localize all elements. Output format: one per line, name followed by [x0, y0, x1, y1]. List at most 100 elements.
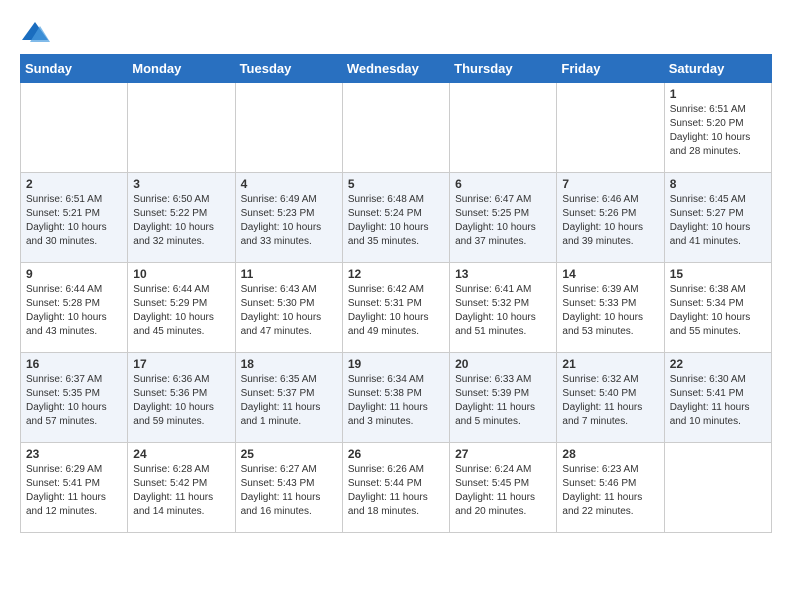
day-number: 1 — [670, 87, 766, 101]
day-number: 10 — [133, 267, 229, 281]
day-cell — [128, 83, 235, 173]
day-info: Sunrise: 6:44 AM Sunset: 5:29 PM Dayligh… — [133, 283, 229, 339]
day-info: Sunrise: 6:47 AM Sunset: 5:25 PM Dayligh… — [455, 193, 551, 249]
day-cell: 10 Sunrise: 6:44 AM Sunset: 5:29 PM Dayli… — [128, 263, 235, 353]
day-number: 16 — [26, 357, 122, 371]
calendar-table: SundayMondayTuesdayWednesdayThursdayFrid… — [20, 54, 772, 533]
day-number: 27 — [455, 447, 551, 461]
day-info: Sunrise: 6:36 AM Sunset: 5:36 PM Dayligh… — [133, 373, 229, 429]
logo-icon — [20, 20, 50, 44]
day-number: 6 — [455, 177, 551, 191]
day-cell: 20 Sunrise: 6:33 AM Sunset: 5:39 PM Dayli… — [450, 353, 557, 443]
day-info: Sunrise: 6:48 AM Sunset: 5:24 PM Dayligh… — [348, 193, 444, 249]
day-cell: 19 Sunrise: 6:34 AM Sunset: 5:38 PM Dayli… — [342, 353, 449, 443]
day-number: 20 — [455, 357, 551, 371]
week-row-5: 23Sunrise: 6:29 AM Sunset: 5:41 PM Dayli… — [21, 443, 772, 533]
day-number: 15 — [670, 267, 766, 281]
day-cell: 17 Sunrise: 6:36 AM Sunset: 5:36 PM Dayli… — [128, 353, 235, 443]
day-info: Sunrise: 6:44 AM Sunset: 5:28 PM Dayligh… — [26, 283, 122, 339]
day-info: Sunrise: 6:41 AM Sunset: 5:32 PM Dayligh… — [455, 283, 551, 339]
day-number: 24 — [133, 447, 229, 461]
day-number: 23 — [26, 447, 122, 461]
header — [20, 20, 772, 44]
day-info: Sunrise: 6:23 AM Sunset: 5:46 PM Dayligh… — [562, 463, 658, 519]
day-number: 2 — [26, 177, 122, 191]
day-info: Sunrise: 6:34 AM Sunset: 5:38 PM Dayligh… — [348, 373, 444, 429]
day-info: Sunrise: 6:43 AM Sunset: 5:30 PM Dayligh… — [241, 283, 337, 339]
day-number: 7 — [562, 177, 658, 191]
day-info: Sunrise: 6:28 AM Sunset: 5:42 PM Dayligh… — [133, 463, 229, 519]
day-cell: 8 Sunrise: 6:45 AM Sunset: 5:27 PM Daylig… — [664, 173, 771, 263]
weekday-header-thursday: Thursday — [450, 55, 557, 83]
day-info: Sunrise: 6:51 AM Sunset: 5:21 PM Dayligh… — [26, 193, 122, 249]
day-cell: 3 Sunrise: 6:50 AM Sunset: 5:22 PM Daylig… — [128, 173, 235, 263]
calendar-body: 1 Sunrise: 6:51 AM Sunset: 5:20 PM Daylig… — [21, 83, 772, 533]
day-info: Sunrise: 6:49 AM Sunset: 5:23 PM Dayligh… — [241, 193, 337, 249]
day-number: 5 — [348, 177, 444, 191]
day-cell: 16 Sunrise: 6:37 AM Sunset: 5:35 PM Dayli… — [21, 353, 128, 443]
day-cell: 5 Sunrise: 6:48 AM Sunset: 5:24 PM Daylig… — [342, 173, 449, 263]
day-cell: 25Sunrise: 6:27 AM Sunset: 5:43 PM Dayli… — [235, 443, 342, 533]
day-cell: 1 Sunrise: 6:51 AM Sunset: 5:20 PM Daylig… — [664, 83, 771, 173]
weekday-header-tuesday: Tuesday — [235, 55, 342, 83]
day-cell: 24 Sunrise: 6:28 AM Sunset: 5:42 PM Dayli… — [128, 443, 235, 533]
day-number: 21 — [562, 357, 658, 371]
day-number: 26 — [348, 447, 444, 461]
weekday-header-friday: Friday — [557, 55, 664, 83]
day-number: 11 — [241, 267, 337, 281]
day-cell — [342, 83, 449, 173]
day-number: 13 — [455, 267, 551, 281]
day-info: Sunrise: 6:33 AM Sunset: 5:39 PM Dayligh… — [455, 373, 551, 429]
day-number: 12 — [348, 267, 444, 281]
day-info: Sunrise: 6:51 AM Sunset: 5:20 PM Dayligh… — [670, 103, 766, 159]
weekday-header-row: SundayMondayTuesdayWednesdayThursdayFrid… — [21, 55, 772, 83]
day-cell: 14Sunrise: 6:39 AM Sunset: 5:33 PM Dayli… — [557, 263, 664, 353]
day-cell: 4 Sunrise: 6:49 AM Sunset: 5:23 PM Daylig… — [235, 173, 342, 263]
day-number: 28 — [562, 447, 658, 461]
day-number: 9 — [26, 267, 122, 281]
day-cell — [664, 443, 771, 533]
day-number: 8 — [670, 177, 766, 191]
day-cell: 13 Sunrise: 6:41 AM Sunset: 5:32 PM Dayli… — [450, 263, 557, 353]
weekday-header-sunday: Sunday — [21, 55, 128, 83]
day-number: 25 — [241, 447, 337, 461]
weekday-header-wednesday: Wednesday — [342, 55, 449, 83]
day-cell: 9 Sunrise: 6:44 AM Sunset: 5:28 PM Daylig… — [21, 263, 128, 353]
week-row-1: 1 Sunrise: 6:51 AM Sunset: 5:20 PM Daylig… — [21, 83, 772, 173]
day-cell: 22Sunrise: 6:30 AM Sunset: 5:41 PM Dayli… — [664, 353, 771, 443]
day-info: Sunrise: 6:26 AM Sunset: 5:44 PM Dayligh… — [348, 463, 444, 519]
day-number: 14 — [562, 267, 658, 281]
day-cell: 6 Sunrise: 6:47 AM Sunset: 5:25 PM Daylig… — [450, 173, 557, 263]
day-cell — [235, 83, 342, 173]
day-cell: 21 Sunrise: 6:32 AM Sunset: 5:40 PM Dayli… — [557, 353, 664, 443]
day-cell: 7 Sunrise: 6:46 AM Sunset: 5:26 PM Daylig… — [557, 173, 664, 263]
day-number: 3 — [133, 177, 229, 191]
day-info: Sunrise: 6:35 AM Sunset: 5:37 PM Dayligh… — [241, 373, 337, 429]
day-info: Sunrise: 6:32 AM Sunset: 5:40 PM Dayligh… — [562, 373, 658, 429]
day-info: Sunrise: 6:50 AM Sunset: 5:22 PM Dayligh… — [133, 193, 229, 249]
week-row-3: 9 Sunrise: 6:44 AM Sunset: 5:28 PM Daylig… — [21, 263, 772, 353]
day-cell: 23Sunrise: 6:29 AM Sunset: 5:41 PM Dayli… — [21, 443, 128, 533]
day-info: Sunrise: 6:30 AM Sunset: 5:41 PM Dayligh… — [670, 373, 766, 429]
day-info: Sunrise: 6:38 AM Sunset: 5:34 PM Dayligh… — [670, 283, 766, 339]
day-info: Sunrise: 6:37 AM Sunset: 5:35 PM Dayligh… — [26, 373, 122, 429]
day-number: 19 — [348, 357, 444, 371]
weekday-header-saturday: Saturday — [664, 55, 771, 83]
week-row-4: 16 Sunrise: 6:37 AM Sunset: 5:35 PM Dayli… — [21, 353, 772, 443]
day-cell — [557, 83, 664, 173]
week-row-2: 2 Sunrise: 6:51 AM Sunset: 5:21 PM Daylig… — [21, 173, 772, 263]
day-cell: 2 Sunrise: 6:51 AM Sunset: 5:21 PM Daylig… — [21, 173, 128, 263]
day-number: 4 — [241, 177, 337, 191]
day-cell: 12Sunrise: 6:42 AM Sunset: 5:31 PM Dayli… — [342, 263, 449, 353]
day-info: Sunrise: 6:46 AM Sunset: 5:26 PM Dayligh… — [562, 193, 658, 249]
day-cell: 27Sunrise: 6:24 AM Sunset: 5:45 PM Dayli… — [450, 443, 557, 533]
day-info: Sunrise: 6:45 AM Sunset: 5:27 PM Dayligh… — [670, 193, 766, 249]
day-cell: 18 Sunrise: 6:35 AM Sunset: 5:37 PM Dayli… — [235, 353, 342, 443]
day-cell — [450, 83, 557, 173]
day-number: 18 — [241, 357, 337, 371]
day-number: 17 — [133, 357, 229, 371]
day-cell: 26 Sunrise: 6:26 AM Sunset: 5:44 PM Dayli… — [342, 443, 449, 533]
day-cell: 15 Sunrise: 6:38 AM Sunset: 5:34 PM Dayli… — [664, 263, 771, 353]
day-cell: 28 Sunrise: 6:23 AM Sunset: 5:46 PM Dayli… — [557, 443, 664, 533]
day-cell — [21, 83, 128, 173]
